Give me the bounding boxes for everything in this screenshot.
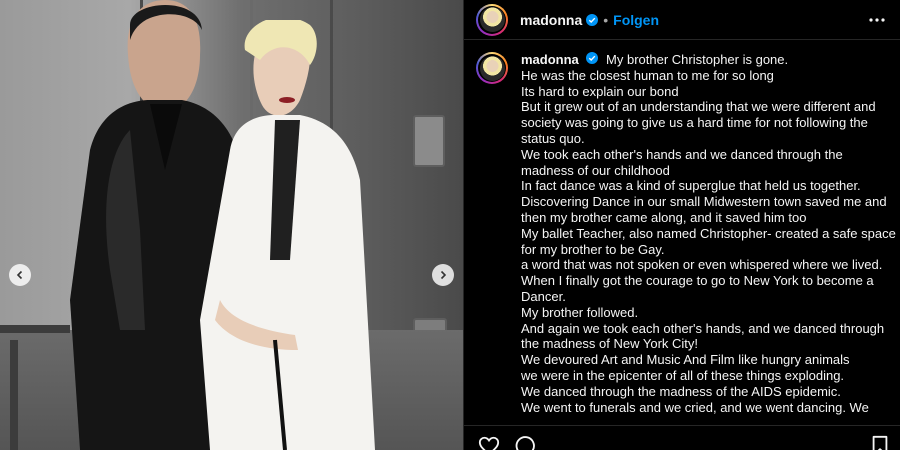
carousel-prev-button[interactable]	[9, 264, 31, 286]
woman-figure	[200, 20, 375, 450]
caption-line: We devoured Art and Music And Film like …	[521, 352, 850, 368]
caption-line: madness of our childhood	[521, 162, 670, 178]
chevron-left-icon	[16, 270, 23, 280]
caption-line: We took each other's hands and we danced…	[521, 146, 843, 162]
action-bar	[464, 425, 900, 450]
caption-text: madonna My brother Christopher is gone. …	[521, 52, 896, 425]
carousel-next-button[interactable]	[432, 264, 454, 286]
more-options-icon[interactable]	[867, 10, 887, 30]
caption-line: And again we took each other's hands, an…	[521, 320, 885, 336]
chevron-right-icon	[440, 270, 447, 280]
caption-line: Discovering Dance in our small Midwester…	[521, 194, 887, 210]
caption-line: In fact dance was a kind of superglue th…	[521, 178, 861, 194]
wall-plate	[413, 115, 445, 167]
verified-badge-icon	[586, 52, 599, 64]
caption-first-line: madonna My brother Christopher is gone.	[521, 52, 871, 68]
caption-line: a word that was not spoken or even whisp…	[521, 257, 883, 273]
avatar-image	[479, 55, 505, 81]
caption-username[interactable]: madonna	[521, 52, 579, 67]
separator-dot: •	[603, 11, 609, 28]
avatar-image	[479, 7, 505, 32]
caption-line: Its hard to explain our bond	[521, 83, 679, 99]
caption-line: Dancer.	[521, 288, 566, 304]
railing	[0, 325, 70, 333]
caption-avatar[interactable]	[476, 52, 508, 84]
header-username[interactable]: madonna	[520, 12, 582, 28]
caption-line: But it grew out of an understanding that…	[521, 99, 876, 115]
comment-icon[interactable]	[514, 435, 536, 450]
caption-line: When I finally got the courage to go to …	[521, 273, 874, 289]
caption-line: then my brother came along, and it saved…	[521, 209, 807, 225]
caption-line: My brother followed.	[521, 304, 639, 320]
verified-badge-icon	[586, 13, 599, 26]
heart-icon[interactable]	[478, 435, 500, 450]
caption-line: He was the closest human to me for so lo…	[521, 67, 774, 83]
follow-button[interactable]: Folgen	[613, 12, 659, 28]
caption-line: We danced through the madness of the AID…	[521, 383, 841, 399]
caption-line: status quo.	[521, 130, 585, 146]
post-sidebar: madonna • Folgen madonna My brother Chri…	[463, 0, 900, 450]
caption-line: the madness of New York City!	[521, 336, 699, 352]
caption-area: madonna My brother Christopher is gone. …	[464, 40, 900, 425]
railing	[10, 340, 18, 450]
caption-line: we were in the epicenter of all of these…	[521, 367, 845, 383]
post-photo[interactable]	[0, 0, 463, 450]
caption-line: We went to funerals and we cried, and we…	[521, 399, 869, 415]
avatar[interactable]	[476, 3, 508, 36]
caption-line: My brother Christopher is gone.	[606, 52, 789, 67]
caption-line: for my brother to be Gay.	[521, 241, 665, 257]
bookmark-icon[interactable]	[869, 435, 891, 450]
caption-line: My ballet Teacher, also named Christophe…	[521, 225, 896, 241]
post-header: madonna • Folgen	[464, 0, 900, 40]
caption-line: society was going to give us a hard time…	[521, 115, 868, 131]
